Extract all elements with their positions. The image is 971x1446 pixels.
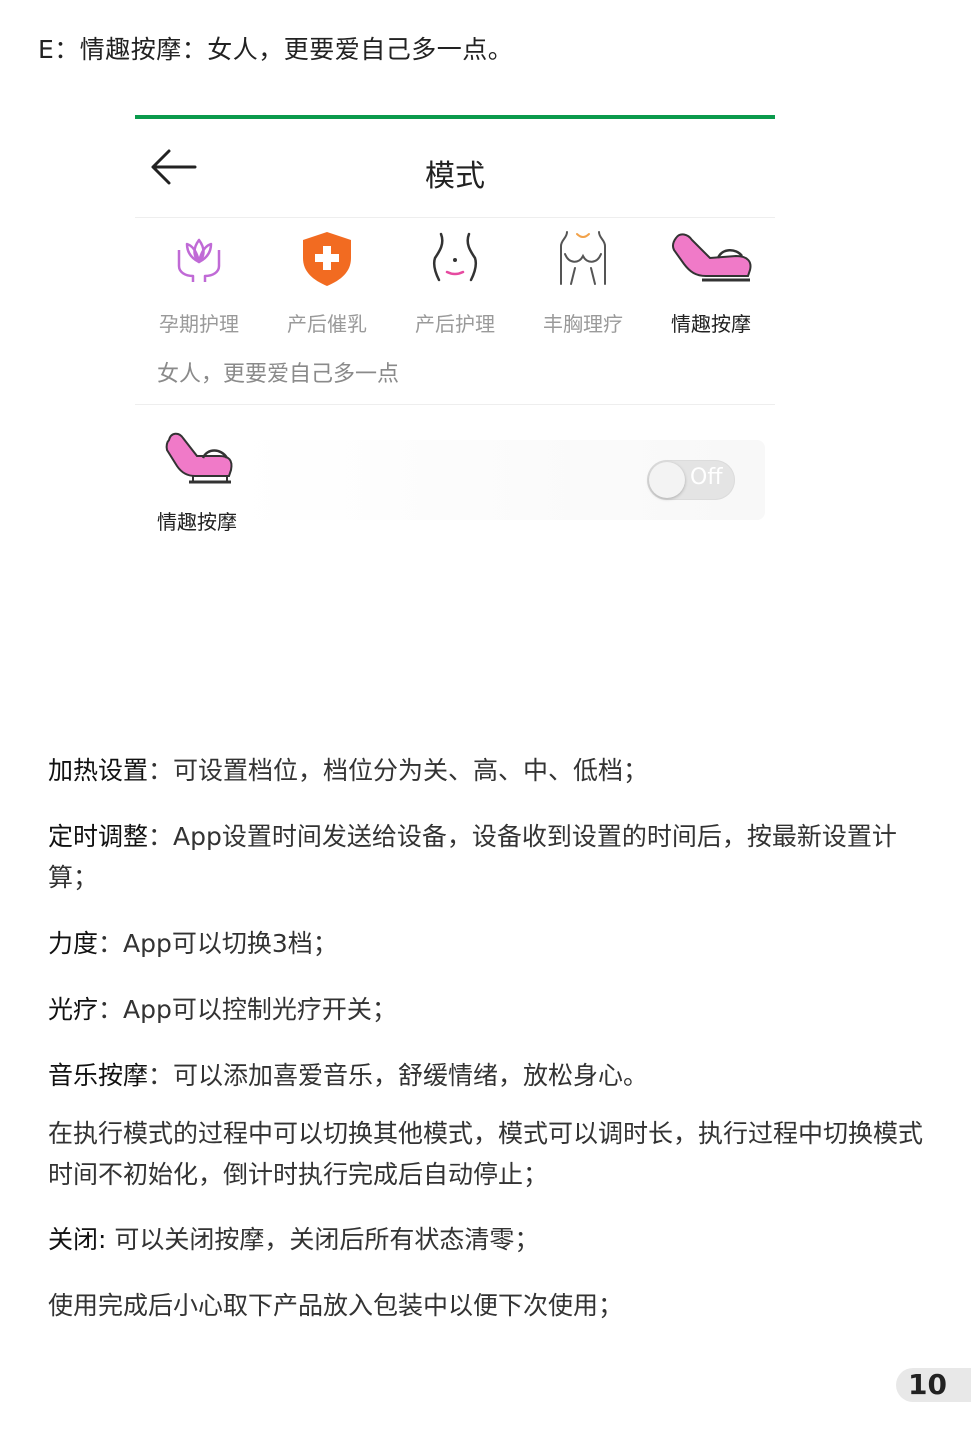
feature-music-massage: 音乐按摩：可以添加喜爱音乐，舒缓情绪，放松身心。 — [48, 1055, 933, 1096]
mode-postpartum-lactation[interactable]: 产后催乳 — [263, 228, 391, 338]
mode-switch-note: 在执行模式的过程中可以切换其他模式，模式可以调时长，执行过程中切换模式时间不初始… — [48, 1119, 924, 1189]
page-title: 模式 — [425, 159, 485, 194]
mode-postpartum-care[interactable]: 产后护理 — [391, 228, 519, 338]
feature-heating: 加热设置：可设置档位，档位分为关、高、中、低档； — [48, 750, 933, 791]
feature-sep: ： — [148, 822, 174, 851]
feature-label: 定时调整 — [48, 822, 149, 851]
feature-text: App设置时间发送给设备，设备收到设置的时间后，按最新设置计算； — [48, 822, 897, 892]
final-instruction: 使用完成后小心取下产品放入包装中以便下次使用； — [48, 1291, 624, 1320]
feature-label: 加热设置 — [48, 756, 149, 785]
abdomen-icon — [432, 232, 478, 282]
mode-pregnancy-care[interactable]: 孕期护理 — [135, 228, 263, 338]
close-label: 关闭: — [48, 1225, 107, 1254]
mode-label: 产后护理 — [415, 312, 495, 336]
massage-chair-icon — [163, 428, 235, 496]
chest-icon — [560, 231, 606, 285]
mode-label: 孕期护理 — [159, 312, 239, 336]
feature-text: 可以添加喜爱音乐，舒缓情绪，放松身心。 — [173, 1061, 649, 1090]
mode-breast-therapy[interactable]: 丰胸理疗 — [519, 228, 647, 338]
mode-toggle-switch[interactable]: Off — [647, 460, 735, 500]
item-label: 情趣按摩 — [157, 510, 237, 534]
feature-sep: ： — [148, 1061, 174, 1090]
feature-text: App可以控制光疗开关； — [123, 995, 397, 1024]
feature-light-therapy: 光疗：App可以控制光疗开关； — [48, 989, 933, 1030]
mode-label: 情趣按摩 — [671, 312, 751, 336]
feature-label: 光疗 — [48, 995, 99, 1024]
feature-label: 力度 — [48, 929, 99, 958]
section-heading: E：情趣按摩：女人，更要爱自己多一点。 — [38, 35, 514, 64]
close-text: 可以关闭按摩，关闭后所有状态清零； — [106, 1225, 540, 1254]
feature-sep: ： — [98, 995, 124, 1024]
mode-sensual-massage[interactable]: 情趣按摩 — [647, 228, 775, 338]
toggle-state-text: Off — [690, 465, 723, 490]
feature-sep: ： — [98, 929, 124, 958]
nav-bar: 模式 — [135, 119, 775, 218]
feature-timer: 定时调整：App设置时间发送给设备，设备收到设置的时间后，按最新设置计算； — [48, 816, 933, 898]
feature-text: App可以切换3档； — [123, 929, 338, 958]
lotus-hands-icon — [177, 238, 221, 282]
massage-chair-icon — [671, 233, 752, 282]
mode-item-row: 情趣按摩 Off — [135, 420, 775, 534]
mode-label: 丰胸理疗 — [543, 312, 623, 336]
feature-intensity: 力度：App可以切换3档； — [48, 923, 933, 964]
mode-description: 女人，更要爱自己多一点 — [135, 353, 775, 405]
feature-sep: ： — [148, 756, 174, 785]
page-number: 10 — [896, 1368, 971, 1402]
toggle-knob — [649, 462, 685, 498]
close-instruction: 关闭: 可以关闭按摩，关闭后所有状态清零； — [48, 1219, 933, 1260]
feature-text: 可设置档位，档位分为关、高、中、低档； — [173, 756, 649, 785]
feature-label: 音乐按摩 — [48, 1061, 149, 1090]
app-screenshot: 模式 孕期护理 产后催乳 产后护理 丰胸理疗 情趣按摩 女人，更要爱自己多一点 … — [135, 115, 775, 545]
mode-label: 产后催乳 — [287, 312, 367, 336]
medical-shield-icon — [303, 232, 351, 286]
mode-selector: 孕期护理 产后催乳 产后护理 丰胸理疗 情趣按摩 — [135, 218, 775, 338]
